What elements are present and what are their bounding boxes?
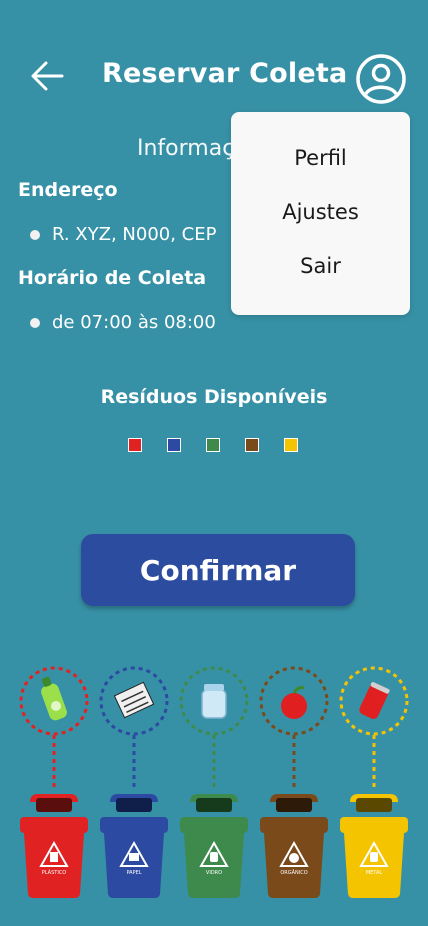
swatch-vidro[interactable] — [206, 438, 220, 452]
menu-item-perfil[interactable]: Perfil — [231, 146, 410, 170]
can-icon — [359, 682, 390, 719]
page-title: Reservar Coleta — [102, 58, 348, 89]
apple-icon — [281, 686, 307, 719]
bin-label: METAL — [366, 870, 383, 876]
bin-papel: PAPEL — [99, 666, 169, 898]
profile-dropdown-menu: Perfil Ajustes Sair — [231, 112, 410, 315]
menu-item-sair[interactable]: Sair — [231, 254, 410, 278]
residuos-swatches — [128, 438, 323, 452]
address-label: Endereço — [18, 179, 118, 201]
swatch-plastico[interactable] — [128, 438, 142, 452]
residuos-title: Resíduos Disponíveis — [100, 386, 328, 408]
schedule-label: Horário de Coleta — [18, 267, 207, 289]
confirm-button[interactable]: Confirmar — [81, 534, 355, 606]
jar-icon — [201, 684, 227, 719]
bin-plastico: PLÁSTICO — [19, 666, 89, 898]
bullet-icon — [30, 229, 40, 240]
schedule-row: de 07:00 às 08:00 — [30, 312, 216, 333]
menu-item-ajustes[interactable]: Ajustes — [231, 200, 410, 224]
bin-label: VIDRO — [206, 870, 222, 876]
schedule-value: de 07:00 às 08:00 — [52, 312, 216, 333]
bottle-icon — [41, 676, 67, 721]
swatch-organico[interactable] — [245, 438, 259, 452]
bin-vidro: VIDRO — [179, 666, 249, 898]
recycling-bins-illustration: PLÁSTICO PAPEL VIDRO ORGÂNICO METAL — [19, 666, 409, 898]
swatch-papel[interactable] — [167, 438, 181, 452]
swatch-metal[interactable] — [284, 438, 298, 452]
address-row: R. XYZ, N000, CEP — [30, 224, 216, 245]
bin-label: PLÁSTICO — [42, 869, 67, 876]
user-circle-icon[interactable] — [354, 52, 408, 106]
arrow-left-icon[interactable] — [28, 56, 68, 96]
newspaper-icon — [113, 681, 155, 719]
bin-organico: ORGÂNICO — [259, 666, 329, 898]
bin-label: PAPEL — [126, 870, 141, 876]
bin-label: ORGÂNICO — [280, 869, 307, 876]
bin-metal: METAL — [339, 666, 409, 898]
address-value: R. XYZ, N000, CEP — [52, 224, 217, 245]
bullet-icon — [30, 317, 40, 328]
